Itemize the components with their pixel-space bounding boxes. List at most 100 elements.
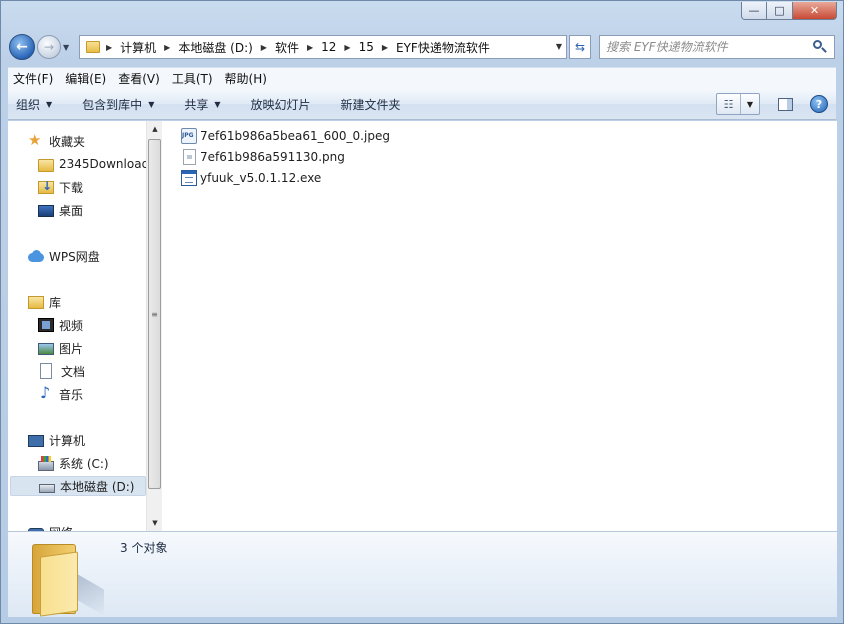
breadcrumb-item[interactable]: 本地磁盘 (D:) bbox=[178, 36, 252, 58]
breadcrumb-separator-icon[interactable]: ▶ bbox=[261, 43, 267, 52]
command-bar-right: ☷ ▼ ? bbox=[716, 93, 828, 115]
new-folder-button[interactable]: 新建文件夹 bbox=[341, 96, 401, 113]
file-name: 7ef61b986a591130.png bbox=[200, 150, 345, 164]
navigation-pane: 收藏夹 2345Downloads 下载 桌面 WPS网盘 库 视频 图片 文档… bbox=[8, 121, 146, 531]
nav-label: 库 bbox=[49, 295, 62, 310]
back-button[interactable]: ← bbox=[9, 34, 35, 60]
caption-buttons: — □ ✕ bbox=[741, 2, 837, 20]
breadcrumb-item[interactable]: 12 bbox=[321, 36, 336, 58]
nav-item-documents[interactable]: 文档 bbox=[40, 361, 85, 381]
breadcrumb-item[interactable]: EYF快递物流软件 bbox=[396, 36, 490, 58]
new-folder-label: 新建文件夹 bbox=[340, 97, 401, 112]
nav-item-drive-d[interactable]: 本地磁盘 (D:) bbox=[10, 476, 146, 496]
file-item[interactable]: 7ef61b986a591130.png bbox=[181, 147, 345, 167]
menu-help[interactable]: 帮助(H) bbox=[220, 70, 272, 87]
star-icon bbox=[28, 131, 44, 149]
maximize-button[interactable]: □ bbox=[767, 2, 793, 20]
scrollbar-thumb[interactable]: ≡ bbox=[148, 139, 161, 489]
nav-item-music[interactable]: 音乐 bbox=[38, 383, 84, 404]
nav-scrollbar[interactable]: ▲ ≡ ▼ bbox=[146, 121, 162, 531]
exe-file-icon bbox=[181, 170, 197, 186]
nav-libraries[interactable]: 库 bbox=[28, 292, 61, 312]
include-in-library-button[interactable]: 包含到库中 ▼ bbox=[82, 96, 154, 113]
nav-label: 2345Downloads bbox=[59, 157, 146, 171]
desktop-icon bbox=[38, 205, 54, 217]
minimize-button[interactable]: — bbox=[741, 2, 767, 20]
search-icon[interactable] bbox=[812, 39, 828, 55]
recent-pages-dropdown[interactable]: ▼ bbox=[63, 43, 75, 52]
address-row: ← → ▼ ▶ 计算机 ▶ 本地磁盘 (D:) ▶ 软件 ▶ 12 ▶ 15 ▶… bbox=[9, 33, 835, 61]
chevron-down-icon[interactable]: ▼ bbox=[741, 100, 759, 109]
share-button[interactable]: 共享 ▼ bbox=[184, 96, 220, 113]
breadcrumb-label: 12 bbox=[321, 40, 337, 54]
computer-icon bbox=[28, 434, 44, 447]
menu-bar: 文件(F) 编辑(E) 查看(V) 工具(T) 帮助(H) bbox=[8, 67, 836, 89]
nav-computer[interactable]: 计算机 bbox=[28, 430, 85, 450]
breadcrumb-separator-icon[interactable]: ▶ bbox=[106, 43, 112, 52]
folder-icon bbox=[32, 538, 104, 617]
library-icon bbox=[28, 295, 44, 309]
file-item[interactable]: yfuuk_v5.0.1.12.exe bbox=[181, 168, 321, 188]
menu-edit[interactable]: 编辑(E) bbox=[60, 70, 111, 87]
breadcrumb-label: 软件 bbox=[274, 40, 299, 55]
breadcrumb-item[interactable]: 15 bbox=[359, 36, 374, 58]
forward-button[interactable]: → bbox=[37, 35, 61, 59]
close-button[interactable]: ✕ bbox=[793, 2, 837, 20]
nav-label: 系统 (C:) bbox=[59, 456, 109, 471]
picture-library-icon bbox=[38, 343, 54, 355]
scroll-up-icon[interactable]: ▲ bbox=[147, 121, 163, 137]
nav-label: 收藏夹 bbox=[49, 134, 86, 149]
menu-view[interactable]: 查看(V) bbox=[113, 70, 165, 87]
nav-item-pictures[interactable]: 图片 bbox=[38, 338, 83, 358]
breadcrumb-label: 计算机 bbox=[120, 40, 157, 55]
nav-item-2345downloads[interactable]: 2345Downloads bbox=[38, 154, 146, 174]
cloud-icon bbox=[28, 250, 44, 262]
breadcrumb-item[interactable]: 软件 bbox=[275, 36, 299, 58]
address-bar[interactable]: ▶ 计算机 ▶ 本地磁盘 (D:) ▶ 软件 ▶ 12 ▶ 15 ▶ EYF快递… bbox=[79, 35, 567, 59]
file-item[interactable]: 7ef61b986a5bea61_600_0.jpeg bbox=[181, 126, 390, 146]
menu-file[interactable]: 文件(F) bbox=[8, 70, 58, 87]
share-label: 共享 bbox=[184, 97, 209, 112]
breadcrumb-separator-icon[interactable]: ▶ bbox=[307, 43, 313, 52]
organize-button[interactable]: 组织 ▼ bbox=[16, 96, 52, 113]
scroll-down-icon[interactable]: ▼ bbox=[147, 515, 163, 531]
preview-pane-button[interactable] bbox=[774, 94, 796, 114]
search-input[interactable] bbox=[606, 40, 812, 54]
nav-label: 音乐 bbox=[59, 387, 84, 402]
png-file-icon bbox=[183, 149, 196, 165]
help-icon: ? bbox=[815, 97, 823, 111]
nav-label: 本地磁盘 (D:) bbox=[60, 479, 135, 494]
help-button[interactable]: ? bbox=[810, 95, 828, 113]
breadcrumb-item[interactable]: 计算机 bbox=[120, 36, 156, 58]
menu-tools[interactable]: 工具(T) bbox=[167, 70, 218, 87]
breadcrumb-separator-icon[interactable]: ▶ bbox=[344, 43, 350, 52]
nav-label: 桌面 bbox=[59, 203, 84, 218]
view-grid-icon[interactable]: ☷ bbox=[717, 94, 741, 114]
nav-item-drive-c[interactable]: 系统 (C:) bbox=[38, 453, 109, 473]
breadcrumb-separator-icon[interactable]: ▶ bbox=[164, 43, 170, 52]
nav-favorites[interactable]: 收藏夹 bbox=[28, 131, 85, 151]
nav-network[interactable]: 网络 bbox=[28, 522, 73, 531]
command-bar: 组织 ▼ 包含到库中 ▼ 共享 ▼ 放映幻灯片 新建文件夹 ☷ ▼ ? bbox=[8, 89, 836, 120]
organize-label: 组织 bbox=[16, 97, 41, 112]
change-view-button[interactable]: ☷ ▼ bbox=[716, 93, 760, 115]
nav-wps-cloud[interactable]: WPS网盘 bbox=[28, 246, 100, 266]
nav-item-videos[interactable]: 视频 bbox=[38, 315, 83, 335]
chevron-down-icon: ▼ bbox=[214, 99, 221, 109]
chevron-down-icon[interactable]: ▼ bbox=[556, 42, 562, 51]
explorer-window: — □ ✕ ← → ▼ ▶ 计算机 ▶ 本地磁盘 (D:) ▶ 软件 ▶ 12 … bbox=[0, 0, 844, 624]
slideshow-button[interactable]: 放映幻灯片 bbox=[251, 96, 311, 113]
breadcrumb-label: 15 bbox=[358, 40, 374, 54]
refresh-icon: ⇆ bbox=[574, 40, 586, 54]
breadcrumb-separator-icon[interactable]: ▶ bbox=[382, 43, 388, 52]
nav-item-downloads[interactable]: 下载 bbox=[38, 177, 83, 197]
include-in-library-label: 包含到库中 bbox=[82, 97, 143, 112]
search-box[interactable] bbox=[599, 35, 835, 59]
nav-item-desktop[interactable]: 桌面 bbox=[38, 200, 83, 220]
chevron-down-icon: ▼ bbox=[46, 99, 53, 109]
breadcrumb-label: EYF快递物流软件 bbox=[396, 40, 490, 55]
refresh-button[interactable]: ⇆ bbox=[569, 35, 591, 59]
file-name: 7ef61b986a5bea61_600_0.jpeg bbox=[200, 129, 390, 143]
video-library-icon bbox=[38, 318, 54, 332]
downloads-folder-icon bbox=[38, 179, 54, 194]
